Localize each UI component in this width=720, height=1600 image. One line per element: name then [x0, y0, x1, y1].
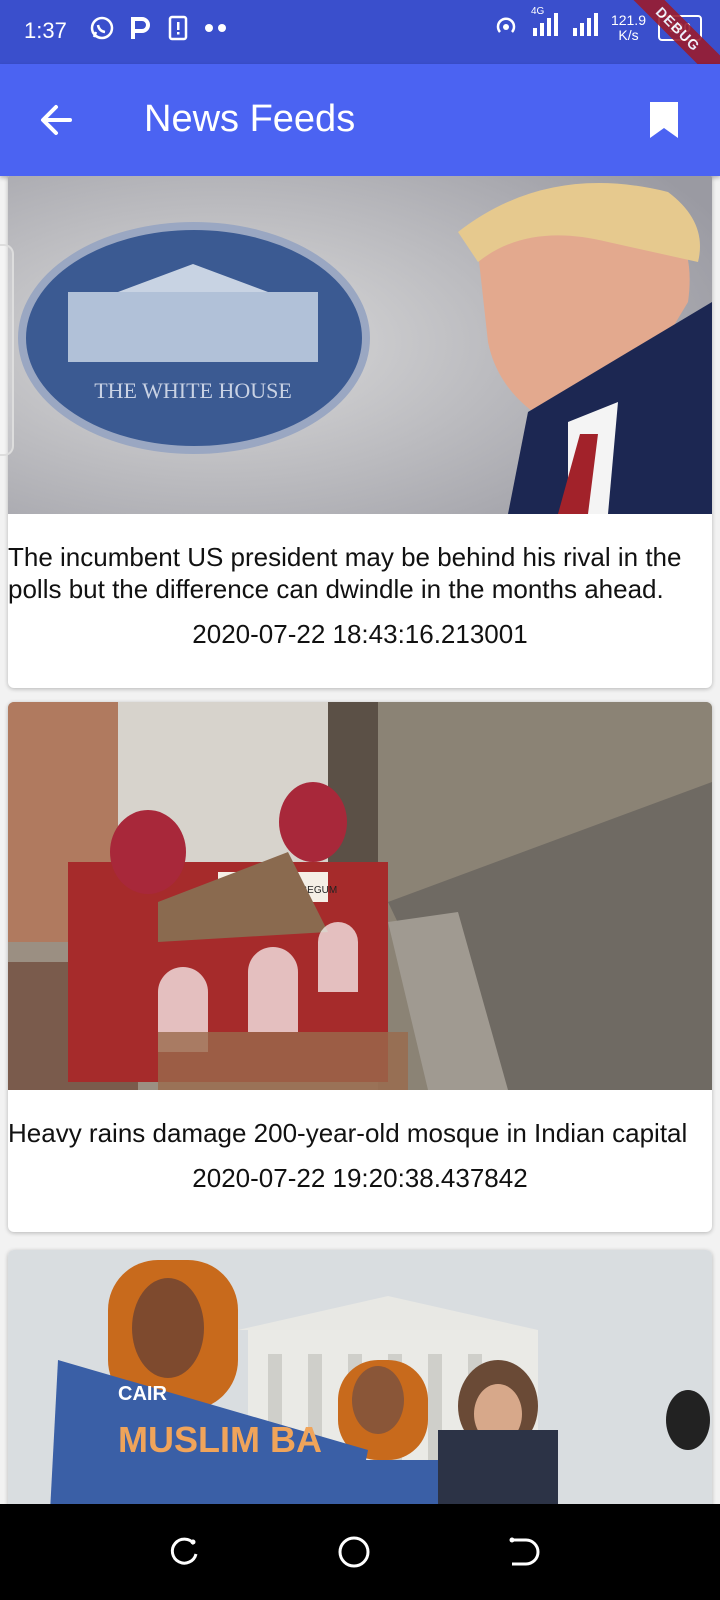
- news-card[interactable]: THE WHITE HOUSE The incumbent US preside…: [8, 176, 712, 688]
- network-speed-unit: K/s: [618, 26, 639, 43]
- news-card[interactable]: CAIR MUSLIM BA: [8, 1250, 712, 1504]
- hotspot-icon: [493, 12, 519, 43]
- article-headline[interactable]: Heavy rains damage 200-year-old mosque i…: [8, 1109, 708, 1149]
- more-notifications-icon: [202, 14, 230, 42]
- back-button-icon[interactable]: [504, 1534, 540, 1570]
- app-bar: News Feeds: [0, 64, 720, 176]
- system-nav-bar: [0, 1504, 720, 1600]
- page-title: News Feeds: [144, 98, 356, 140]
- back-arrow-icon[interactable]: [36, 98, 80, 142]
- sim-alert-icon: [164, 14, 192, 42]
- seal-caption: THE WHITE HOUSE: [94, 378, 292, 403]
- news-feed[interactable]: THE WHITE HOUSE The incumbent US preside…: [0, 176, 720, 1504]
- side-drawer-handle[interactable]: [0, 244, 14, 456]
- bookmark-icon[interactable]: [648, 100, 680, 140]
- article-image[interactable]: CAIR MUSLIM BA: [8, 1250, 712, 1504]
- network-speed: 121.9 K/s: [610, 11, 646, 43]
- whatsapp-icon: [88, 14, 116, 42]
- recent-apps-icon[interactable]: [166, 1534, 202, 1570]
- article-headline[interactable]: The incumbent US president may be behind…: [8, 533, 708, 605]
- notification-icons: [88, 14, 230, 42]
- article-image[interactable]: MASJID MUBARAK BEGUM: [8, 702, 712, 1090]
- sign-org-text: CAIR: [118, 1383, 167, 1405]
- p-app-icon: [126, 14, 154, 42]
- status-time: 1:37: [24, 18, 67, 43]
- network-speed-value: 121.9: [610, 11, 646, 28]
- article-date: 2020-07-22 19:20:38.437842: [192, 1163, 528, 1193]
- sign-text: MUSLIM BA: [118, 1419, 322, 1460]
- news-card[interactable]: MASJID MUBARAK BEGUM Heavy rains damage …: [8, 702, 712, 1232]
- home-button-icon[interactable]: [336, 1534, 372, 1570]
- status-bar: 1:37 4G 121.9 K/s 100 DEBUG: [0, 0, 720, 94]
- network-type: 4G: [530, 6, 545, 17]
- signal-icon: [571, 12, 599, 43]
- article-date: 2020-07-22 18:43:16.213001: [192, 619, 528, 649]
- article-image[interactable]: THE WHITE HOUSE: [8, 176, 712, 514]
- signal-4g-icon: 4G: [531, 6, 559, 43]
